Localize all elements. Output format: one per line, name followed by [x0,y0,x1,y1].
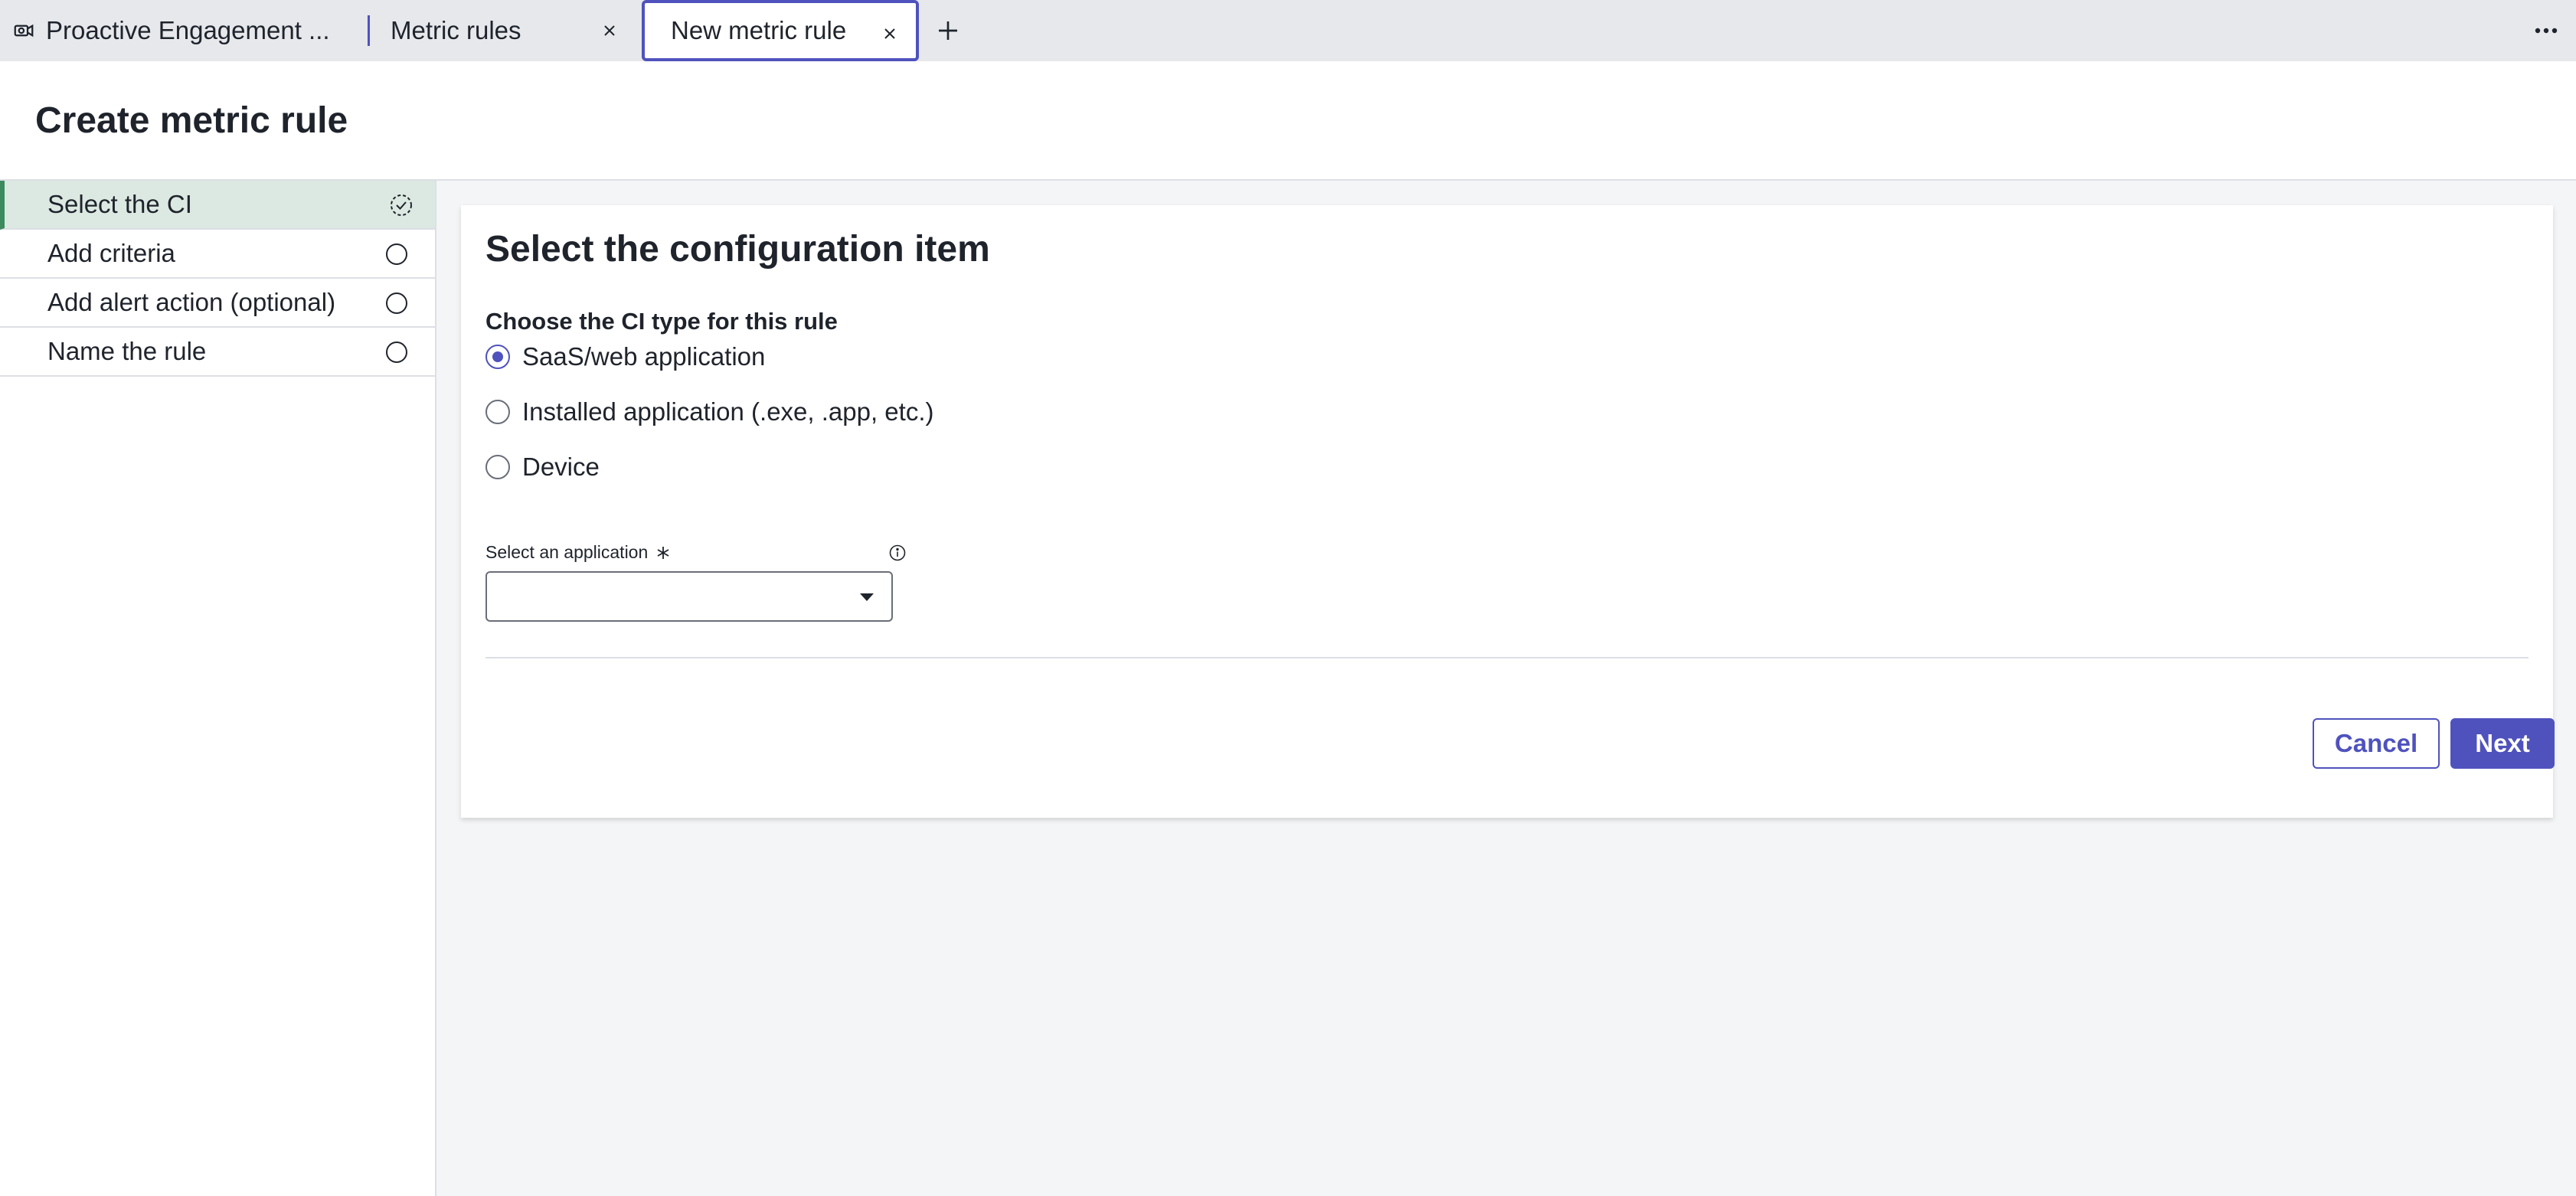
radio-button[interactable] [485,455,510,479]
step-incomplete-icon [386,292,407,314]
step-label: Name the rule [47,337,207,365]
page-title: Create metric rule [35,100,348,141]
radio-saas-web-application[interactable]: SaaS/web application [485,340,765,374]
tab-new-metric-rule[interactable]: New metric rule [642,0,919,61]
radio-label: Installed application (.exe, .app, etc.) [522,397,934,426]
required-asterisk-icon [657,546,669,559]
tab-proactive-engagement[interactable]: Proactive Engagement ... [0,0,364,61]
card-subtitle: Choose the CI type for this rule [485,308,838,335]
step-incomplete-icon [386,243,407,265]
step-incomplete-icon [386,341,407,363]
cancel-button[interactable]: Cancel [2313,718,2440,769]
radio-button[interactable] [485,400,510,424]
tab-label: New metric rule [671,16,847,44]
step-in-progress-icon [391,194,412,216]
workspace-icon [14,24,34,38]
tab-bar: Proactive Engagement ... Metric rules Ne… [0,0,2576,61]
step-card: Select the configuration item Choose the… [461,205,2555,818]
radio-device[interactable]: Device [485,450,600,484]
next-button[interactable]: Next [2450,718,2555,769]
field-label-text: Select an application [485,542,649,562]
more-options-icon[interactable] [2535,25,2558,37]
step-label: Add criteria [47,239,175,267]
tab-separator [368,15,370,46]
tab-label: Metric rules [391,16,521,44]
radio-button[interactable] [485,345,510,369]
wizard-steps: Select the CI Add criteria Add alert act… [0,181,436,1196]
add-tab-icon[interactable] [936,18,960,43]
tab-metric-rules[interactable]: Metric rules [371,0,633,61]
caret-down-icon [860,593,874,601]
step-label: Select the CI [47,190,192,218]
step-name-rule[interactable]: Name the rule [0,328,435,377]
radio-label: SaaS/web application [522,342,766,371]
close-icon[interactable] [881,25,899,43]
main-content: Select the configuration item Choose the… [436,181,2576,1196]
step-add-criteria[interactable]: Add criteria [0,230,435,279]
step-select-ci[interactable]: Select the CI [0,181,435,230]
application-select[interactable] [485,571,893,622]
close-icon[interactable] [600,21,619,40]
step-label: Add alert action (optional) [47,288,336,316]
info-icon[interactable] [888,544,907,562]
radio-installed-application[interactable]: Installed application (.exe, .app, etc.) [485,395,933,429]
page-header: Create metric rule [0,61,2576,181]
application-field-label: Select an application [485,542,671,563]
radio-label: Device [522,453,600,481]
step-add-alert-action[interactable]: Add alert action (optional) [0,279,435,328]
tab-label: Proactive Engagement ... [46,16,330,44]
card-title: Select the configuration item [485,229,990,270]
divider [485,657,2529,658]
